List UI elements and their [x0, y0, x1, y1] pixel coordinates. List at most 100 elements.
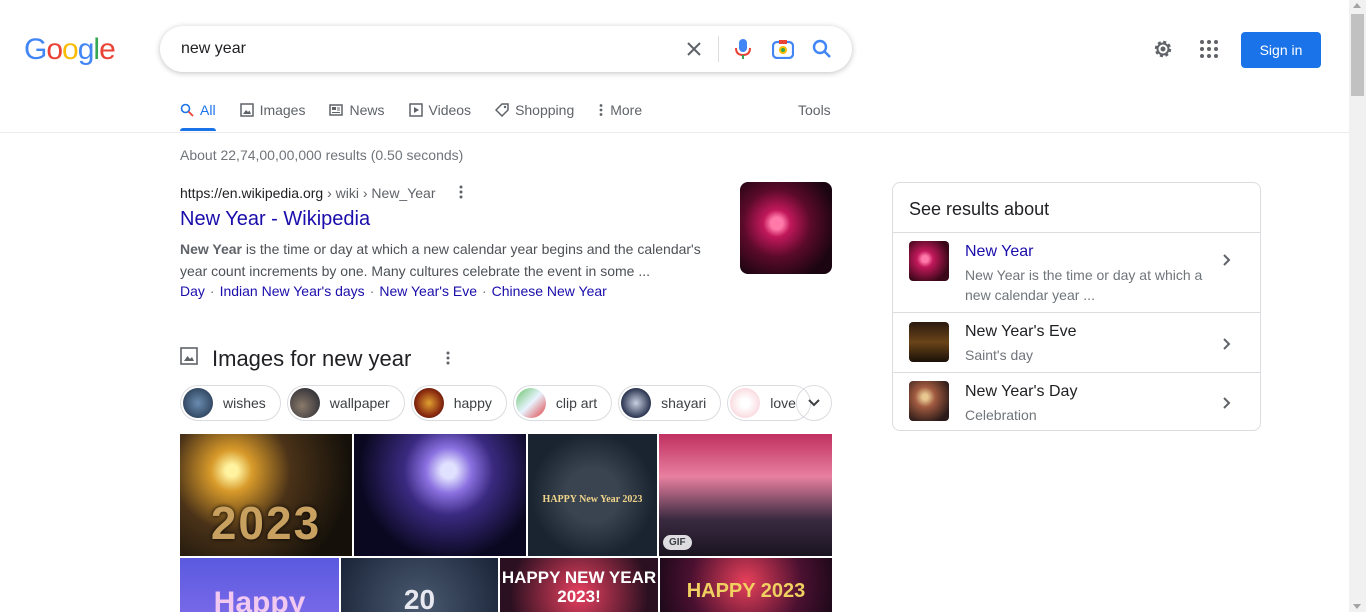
sitelink-indian-new-years-days[interactable]: Indian New Year's days — [220, 283, 365, 299]
sitelink-day[interactable]: Day — [180, 283, 205, 299]
search-icon — [180, 103, 194, 117]
tab-more[interactable]: More — [598, 100, 642, 120]
entity-name: New Year — [965, 243, 1034, 260]
entity-description: Celebration — [965, 407, 1037, 423]
result-more-icon[interactable] — [453, 184, 469, 200]
image-result-tile[interactable] — [354, 434, 526, 556]
chip-wishes[interactable]: wishes — [180, 385, 281, 421]
chip-thumbnail — [289, 388, 320, 418]
tab-shopping[interactable]: Shopping — [495, 100, 574, 120]
tile-caption: 2023 — [210, 497, 322, 549]
active-tab-indicator — [180, 128, 216, 131]
entity-new-years-day[interactable]: New Year's Day Celebration — [893, 372, 1260, 431]
chip-label: happy — [453, 395, 492, 411]
image-result-tile[interactable]: 2023 — [180, 434, 352, 556]
result-breadcrumb: › wiki › New_Year — [323, 185, 436, 201]
result-url[interactable]: https://en.wikipedia.org › wiki › New_Ye… — [180, 185, 436, 201]
chevron-right-icon — [1223, 338, 1231, 350]
entity-thumbnail — [909, 322, 949, 362]
tab-all[interactable]: All — [180, 100, 216, 120]
image-result-tile[interactable]: 20 — [341, 558, 498, 612]
chip-thumbnail — [730, 388, 761, 418]
image-icon — [239, 103, 254, 117]
search-input[interactable]: new year — [181, 40, 246, 58]
chips-expand-button[interactable] — [796, 385, 832, 421]
google-logo[interactable]: Google — [24, 33, 116, 67]
mic-icon[interactable] — [731, 37, 755, 61]
tag-icon — [495, 103, 509, 117]
entity-thumbnail — [909, 381, 949, 421]
tab-label: All — [200, 102, 216, 118]
entity-new-year[interactable]: New Year New Year is the time or day at … — [893, 232, 1260, 312]
chip-thumbnail — [183, 388, 213, 418]
header-divider — [0, 132, 1349, 133]
sign-in-button[interactable]: Sign in — [1241, 32, 1321, 68]
page: Google new year Sign in All Images News … — [0, 0, 1366, 612]
entity-name: New Year's Day — [965, 383, 1078, 400]
chip-label: wallpaper — [329, 395, 390, 411]
apps-grid-icon[interactable] — [1197, 37, 1221, 61]
tools-button[interactable]: Tools — [798, 102, 831, 118]
chip-thumbnail — [515, 388, 546, 418]
tab-images[interactable]: Images — [239, 100, 306, 120]
sitelinks: Day · Indian New Year's days · New Year's … — [180, 283, 607, 299]
vertical-scrollbar[interactable] — [1349, 0, 1366, 612]
snippet-text: is the time or day at which a new calend… — [180, 241, 701, 279]
image-refinement-chips: wishes wallpaper happy clip art shayari … — [180, 385, 817, 421]
result-thumbnail[interactable] — [740, 182, 832, 274]
news-icon — [329, 104, 344, 116]
sitelink-new-years-eve[interactable]: New Year's Eve — [379, 283, 477, 299]
image-result-tile[interactable]: HAPPY New Year 2023 — [528, 434, 657, 556]
chip-wallpaper[interactable]: wallpaper — [286, 385, 405, 421]
search-tabs: All Images News Videos Shopping More — [180, 100, 666, 132]
snippet-highlight: New Year — [180, 241, 243, 257]
chip-label: clip art — [555, 395, 598, 411]
image-result-tile[interactable]: HAPPY 2023 — [660, 558, 832, 612]
play-icon — [408, 103, 423, 117]
scrollbar-thumb[interactable] — [1351, 14, 1364, 96]
image-icon — [180, 347, 198, 365]
images-section-heading: Images for new year — [212, 346, 412, 371]
result-domain: https://en.wikipedia.org — [180, 185, 324, 201]
scroll-down-arrow[interactable] — [1353, 604, 1361, 609]
chevron-right-icon — [1223, 254, 1231, 266]
search-divider — [718, 36, 719, 62]
chevron-right-icon — [1223, 397, 1231, 409]
chip-label: wishes — [223, 395, 266, 411]
more-vert-icon — [599, 104, 603, 116]
images-more-icon[interactable] — [440, 350, 456, 366]
chip-shayari[interactable]: shayari — [618, 385, 722, 421]
image-result-tile[interactable]: Happy — [180, 558, 339, 612]
tab-videos[interactable]: Videos — [408, 100, 472, 120]
tab-label: News — [349, 102, 385, 118]
entity-thumbnail — [909, 241, 949, 281]
entity-description: Saint's day — [965, 347, 1034, 363]
image-result-tile[interactable]: GIF — [659, 434, 832, 556]
panel-title: See results about — [909, 199, 1050, 219]
entity-new-years-eve[interactable]: New Year's Eve Saint's day — [893, 312, 1260, 372]
search-box[interactable]: new year — [160, 26, 852, 72]
settings-gear-icon[interactable] — [1151, 37, 1175, 61]
tab-label: More — [610, 102, 643, 118]
chip-happy[interactable]: happy — [410, 385, 507, 421]
tab-label: Images — [259, 102, 306, 118]
chevron-down-icon — [808, 399, 820, 407]
tile-caption: HAPPY NEW YEAR 2023! — [501, 568, 657, 606]
image-result-tile[interactable]: HAPPY NEW YEAR 2023! — [500, 558, 658, 612]
sitelink-chinese-new-year[interactable]: Chinese New Year — [492, 283, 607, 299]
tile-caption: HAPPY 2023 — [686, 580, 806, 602]
tab-label: Videos — [428, 102, 472, 118]
tile-caption: Happy — [213, 586, 306, 612]
result-title-link[interactable]: New Year - Wikipedia — [180, 208, 370, 231]
tile-caption: 20 — [403, 584, 436, 612]
gif-badge: GIF — [663, 535, 692, 550]
entity-description: New Year is the time or day at which a n… — [965, 267, 1203, 303]
chip-clip-art[interactable]: clip art — [512, 385, 613, 421]
search-icon[interactable] — [810, 37, 834, 61]
tab-news[interactable]: News — [329, 100, 385, 120]
chip-label: love — [770, 395, 796, 411]
scroll-up-arrow[interactable] — [1353, 3, 1361, 8]
clear-icon[interactable] — [682, 37, 706, 61]
entity-name: New Year's Eve — [965, 323, 1077, 340]
camera-lens-icon[interactable] — [771, 37, 795, 61]
